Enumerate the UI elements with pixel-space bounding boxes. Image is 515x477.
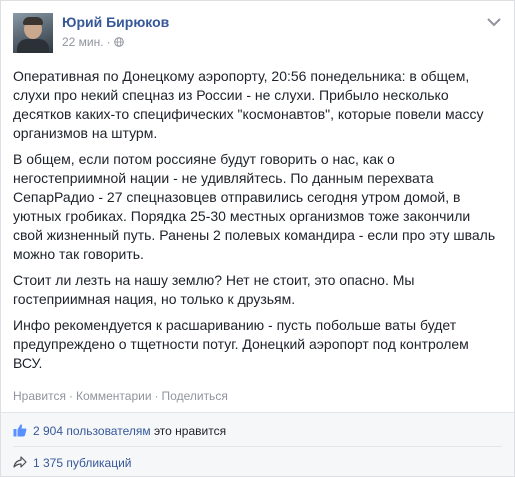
likes-suffix: это нравится bbox=[150, 424, 227, 438]
action-separator: · bbox=[68, 389, 73, 403]
post-stats: 2 904 пользователям это нравится 1 375 п… bbox=[1, 412, 514, 476]
post-actions: Нравится · Комментарии · Поделиться bbox=[13, 389, 228, 403]
meta-separator: · bbox=[106, 35, 111, 49]
post-paragraph: Оперативная по Донецкому аэропорту, 20:5… bbox=[13, 68, 484, 141]
likes-text: 2 904 пользователям это нравится bbox=[33, 424, 226, 438]
likes-count-link[interactable]: 2 904 пользователям bbox=[33, 424, 151, 438]
comment-link[interactable]: Комментарии bbox=[76, 389, 152, 403]
like-link[interactable]: Нравится bbox=[13, 389, 66, 403]
avatar-body bbox=[17, 39, 49, 53]
likes-row: 2 904 пользователям это нравится bbox=[13, 422, 502, 444]
post-paragraph: Стоит ли лезть на нашу землю? Нет не сто… bbox=[13, 272, 415, 307]
share-arrow-icon bbox=[13, 456, 27, 468]
shares-row[interactable]: 1 375 публикаций bbox=[13, 454, 502, 476]
stats-divider bbox=[13, 446, 502, 447]
post-timestamp[interactable]: 22 мин. bbox=[62, 35, 104, 49]
chevron-down-icon[interactable] bbox=[486, 15, 502, 29]
post-card: Юрий Бирюков 22 мин. · Оперативная по Дон… bbox=[0, 0, 515, 477]
avatar[interactable] bbox=[13, 13, 53, 53]
share-link[interactable]: Поделиться bbox=[162, 389, 228, 403]
post-body: Оперативная по Донецкому аэропорту, 20:5… bbox=[13, 67, 499, 380]
post-header: Юрий Бирюков 22 мин. · bbox=[13, 13, 502, 57]
shares-count-link[interactable]: 1 375 публикаций bbox=[33, 456, 132, 470]
post-paragraph: Инфо рекомендуется к расшариванию - пуст… bbox=[13, 317, 469, 371]
author-name-link[interactable]: Юрий Бирюков bbox=[62, 14, 169, 30]
action-separator: · bbox=[154, 389, 159, 403]
post-meta: 22 мин. · bbox=[62, 35, 124, 49]
globe-icon[interactable] bbox=[113, 37, 124, 47]
avatar-hair bbox=[23, 17, 43, 25]
post-paragraph: В общем, если потом россияне будут говор… bbox=[13, 151, 496, 262]
thumbs-up-icon bbox=[13, 424, 27, 437]
